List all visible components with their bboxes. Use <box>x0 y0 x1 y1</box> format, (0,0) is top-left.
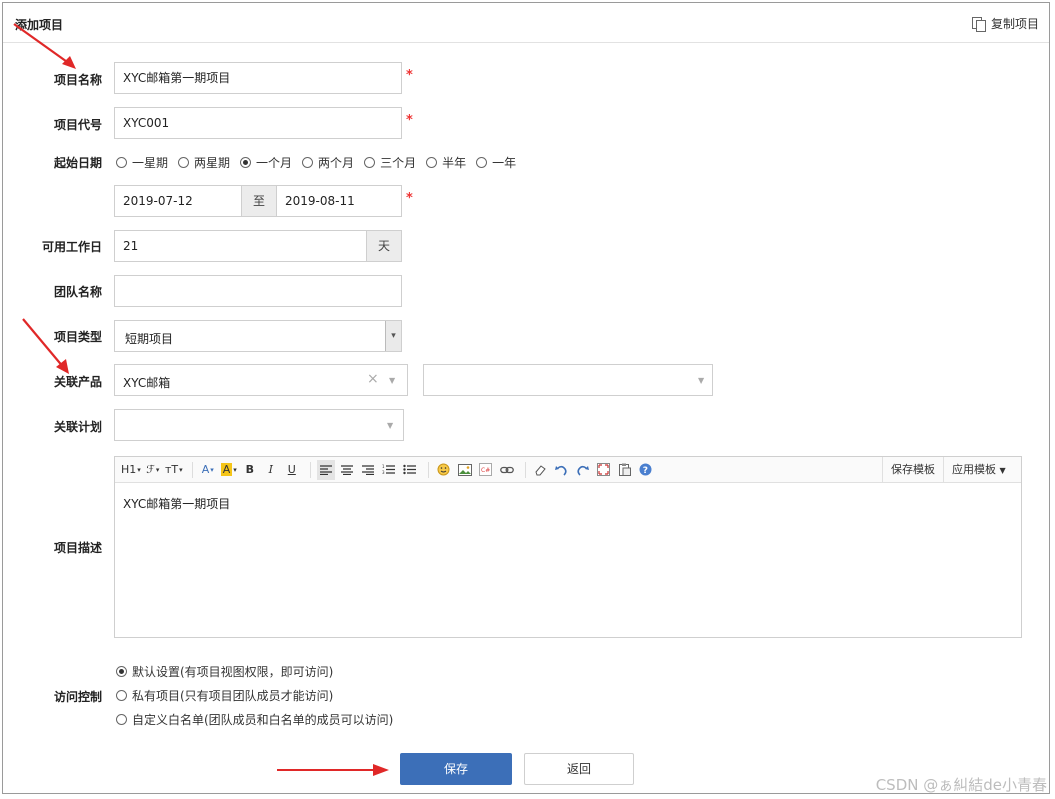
emoji-icon[interactable] <box>435 460 453 480</box>
align-center-icon[interactable] <box>338 460 356 480</box>
project-code-label: 项目代号 <box>53 118 102 132</box>
workdays-label: 可用工作日 <box>41 240 102 254</box>
linked-product-second-select[interactable]: ▼ <box>423 364 713 396</box>
annotation-arrow-icon <box>13 23 76 69</box>
team-name-input[interactable] <box>114 275 402 307</box>
heading-dropdown[interactable]: H1 ▾ <box>121 460 141 480</box>
clear-icon[interactable]: × <box>367 371 379 387</box>
align-left-icon[interactable] <box>316 459 335 480</box>
start-date-label: 起始日期 <box>53 156 102 170</box>
radio-two-weeks[interactable]: 两星期 <box>178 154 230 171</box>
radio-icon <box>302 157 314 168</box>
radio-icon <box>426 157 438 168</box>
project-type-value: 短期项目 <box>125 332 174 346</box>
copy-project-button[interactable]: 复制项目 <box>971 15 1039 32</box>
access-option-whitelist[interactable]: 自定义白名单(团队成员和白名单的成员可以访问) <box>116 711 393 728</box>
svg-text:C#: C# <box>481 467 490 474</box>
radio-one-year[interactable]: 一年 <box>476 154 516 171</box>
svg-text:3: 3 <box>382 470 385 475</box>
apply-template-dropdown[interactable]: 应用模板 ▼ <box>943 457 1021 482</box>
linked-product-select[interactable]: XYC邮箱 × ▼ <box>114 364 408 396</box>
radio-one-week[interactable]: 一星期 <box>116 154 168 171</box>
chevron-down-icon: ▼ <box>387 421 394 430</box>
toolbar-divider <box>427 461 429 478</box>
annotation-arrow-icon <box>277 764 389 776</box>
date-range-radio-group: 一星期 两星期 一个月 两个月 三个月 半年 一年 <box>116 154 526 171</box>
annotation-arrow-icon <box>22 318 69 374</box>
access-option-private[interactable]: 私有项目(只有项目团队成员才能访问) <box>116 687 333 704</box>
radio-icon <box>116 714 127 725</box>
chevron-down-icon: ▼ <box>389 376 396 385</box>
linked-plan-label: 关联计划 <box>53 420 102 434</box>
eraser-icon[interactable] <box>532 460 550 480</box>
copy-icon <box>971 16 986 32</box>
required-mark: * <box>406 68 413 83</box>
access-option-default[interactable]: 默认设置(有项目视图权限，即可访问) <box>116 663 333 680</box>
workdays-unit: 天 <box>366 230 402 262</box>
copy-project-label: 复制项目 <box>990 17 1039 31</box>
background-color-dropdown[interactable]: A ▾ <box>220 460 238 480</box>
radio-two-months[interactable]: 两个月 <box>302 154 354 171</box>
linked-plan-select[interactable]: ▼ <box>114 409 404 441</box>
radio-checked-icon <box>116 666 127 677</box>
save-template-button[interactable]: 保存模板 <box>882 457 943 482</box>
project-name-input[interactable]: XYC邮箱第一期项目 <box>114 62 402 94</box>
description-editor: H1 ▾ ℱ ▾ тT ▾ A ▾ A ▾ B I U 13 C# ? 保存模板… <box>114 456 1022 638</box>
editor-content[interactable]: XYC邮箱第一期项目 <box>123 495 230 512</box>
code-icon[interactable]: C# <box>477 460 495 480</box>
description-label: 项目描述 <box>53 541 102 555</box>
project-code-input[interactable]: XYC001 <box>114 107 402 139</box>
radio-icon <box>116 690 127 701</box>
radio-icon <box>364 157 376 168</box>
image-icon[interactable] <box>456 460 474 480</box>
radio-three-months[interactable]: 三个月 <box>364 154 416 171</box>
paste-icon[interactable] <box>616 460 634 480</box>
bold-button[interactable]: B <box>241 460 259 480</box>
project-type-select[interactable]: 短期项目 ▾ <box>114 320 402 352</box>
chevron-down-icon: ▼ <box>698 376 705 385</box>
svg-text:?: ? <box>643 466 648 476</box>
watermark: CSDN @ぁ糾結de小青春 <box>875 776 1047 794</box>
font-size-dropdown[interactable]: тT ▾ <box>165 460 183 480</box>
back-button[interactable]: 返回 <box>524 753 634 785</box>
align-right-icon[interactable] <box>359 460 377 480</box>
help-icon[interactable]: ? <box>637 460 655 480</box>
italic-button[interactable]: I <box>262 460 280 480</box>
team-name-label: 团队名称 <box>53 285 102 299</box>
ordered-list-icon[interactable]: 13 <box>380 460 398 480</box>
end-date-input[interactable]: 2019-08-11 <box>276 185 402 217</box>
radio-one-month[interactable]: 一个月 <box>240 154 292 171</box>
link-icon[interactable] <box>498 460 516 480</box>
radio-checked-icon <box>240 157 252 168</box>
project-name-label: 项目名称 <box>53 73 102 87</box>
chevron-down-icon: ▾ <box>385 321 401 351</box>
workdays-input[interactable]: 21 <box>114 230 368 262</box>
toolbar-divider <box>524 461 526 478</box>
editor-toolbar: H1 ▾ ℱ ▾ тT ▾ A ▾ A ▾ B I U 13 C# ? 保存模板… <box>115 457 1021 483</box>
access-control-label: 访问控制 <box>53 690 102 704</box>
underline-button[interactable]: U <box>283 460 301 480</box>
font-color-dropdown[interactable]: A ▾ <box>199 460 217 480</box>
radio-icon <box>476 157 488 168</box>
caret-down-icon: ▼ <box>999 466 1006 475</box>
undo-icon[interactable] <box>553 460 571 480</box>
required-mark: * <box>406 113 413 128</box>
date-separator: 至 <box>241 185 277 217</box>
radio-icon <box>116 157 127 168</box>
toolbar-divider <box>309 461 311 478</box>
fullscreen-icon[interactable] <box>595 460 613 480</box>
radio-half-year[interactable]: 半年 <box>426 154 466 171</box>
required-mark: * <box>406 191 413 206</box>
redo-icon[interactable] <box>574 460 592 480</box>
unordered-list-icon[interactable] <box>401 460 419 480</box>
start-date-input[interactable]: 2019-07-12 <box>114 185 242 217</box>
linked-product-value: XYC邮箱 <box>123 376 171 390</box>
font-family-dropdown[interactable]: ℱ ▾ <box>144 460 162 480</box>
save-button[interactable]: 保存 <box>400 753 512 785</box>
panel-header: 添加项目 复制项目 <box>3 3 1049 43</box>
toolbar-divider <box>191 461 193 478</box>
svg-text:1: 1 <box>382 464 385 469</box>
radio-icon <box>178 157 190 168</box>
